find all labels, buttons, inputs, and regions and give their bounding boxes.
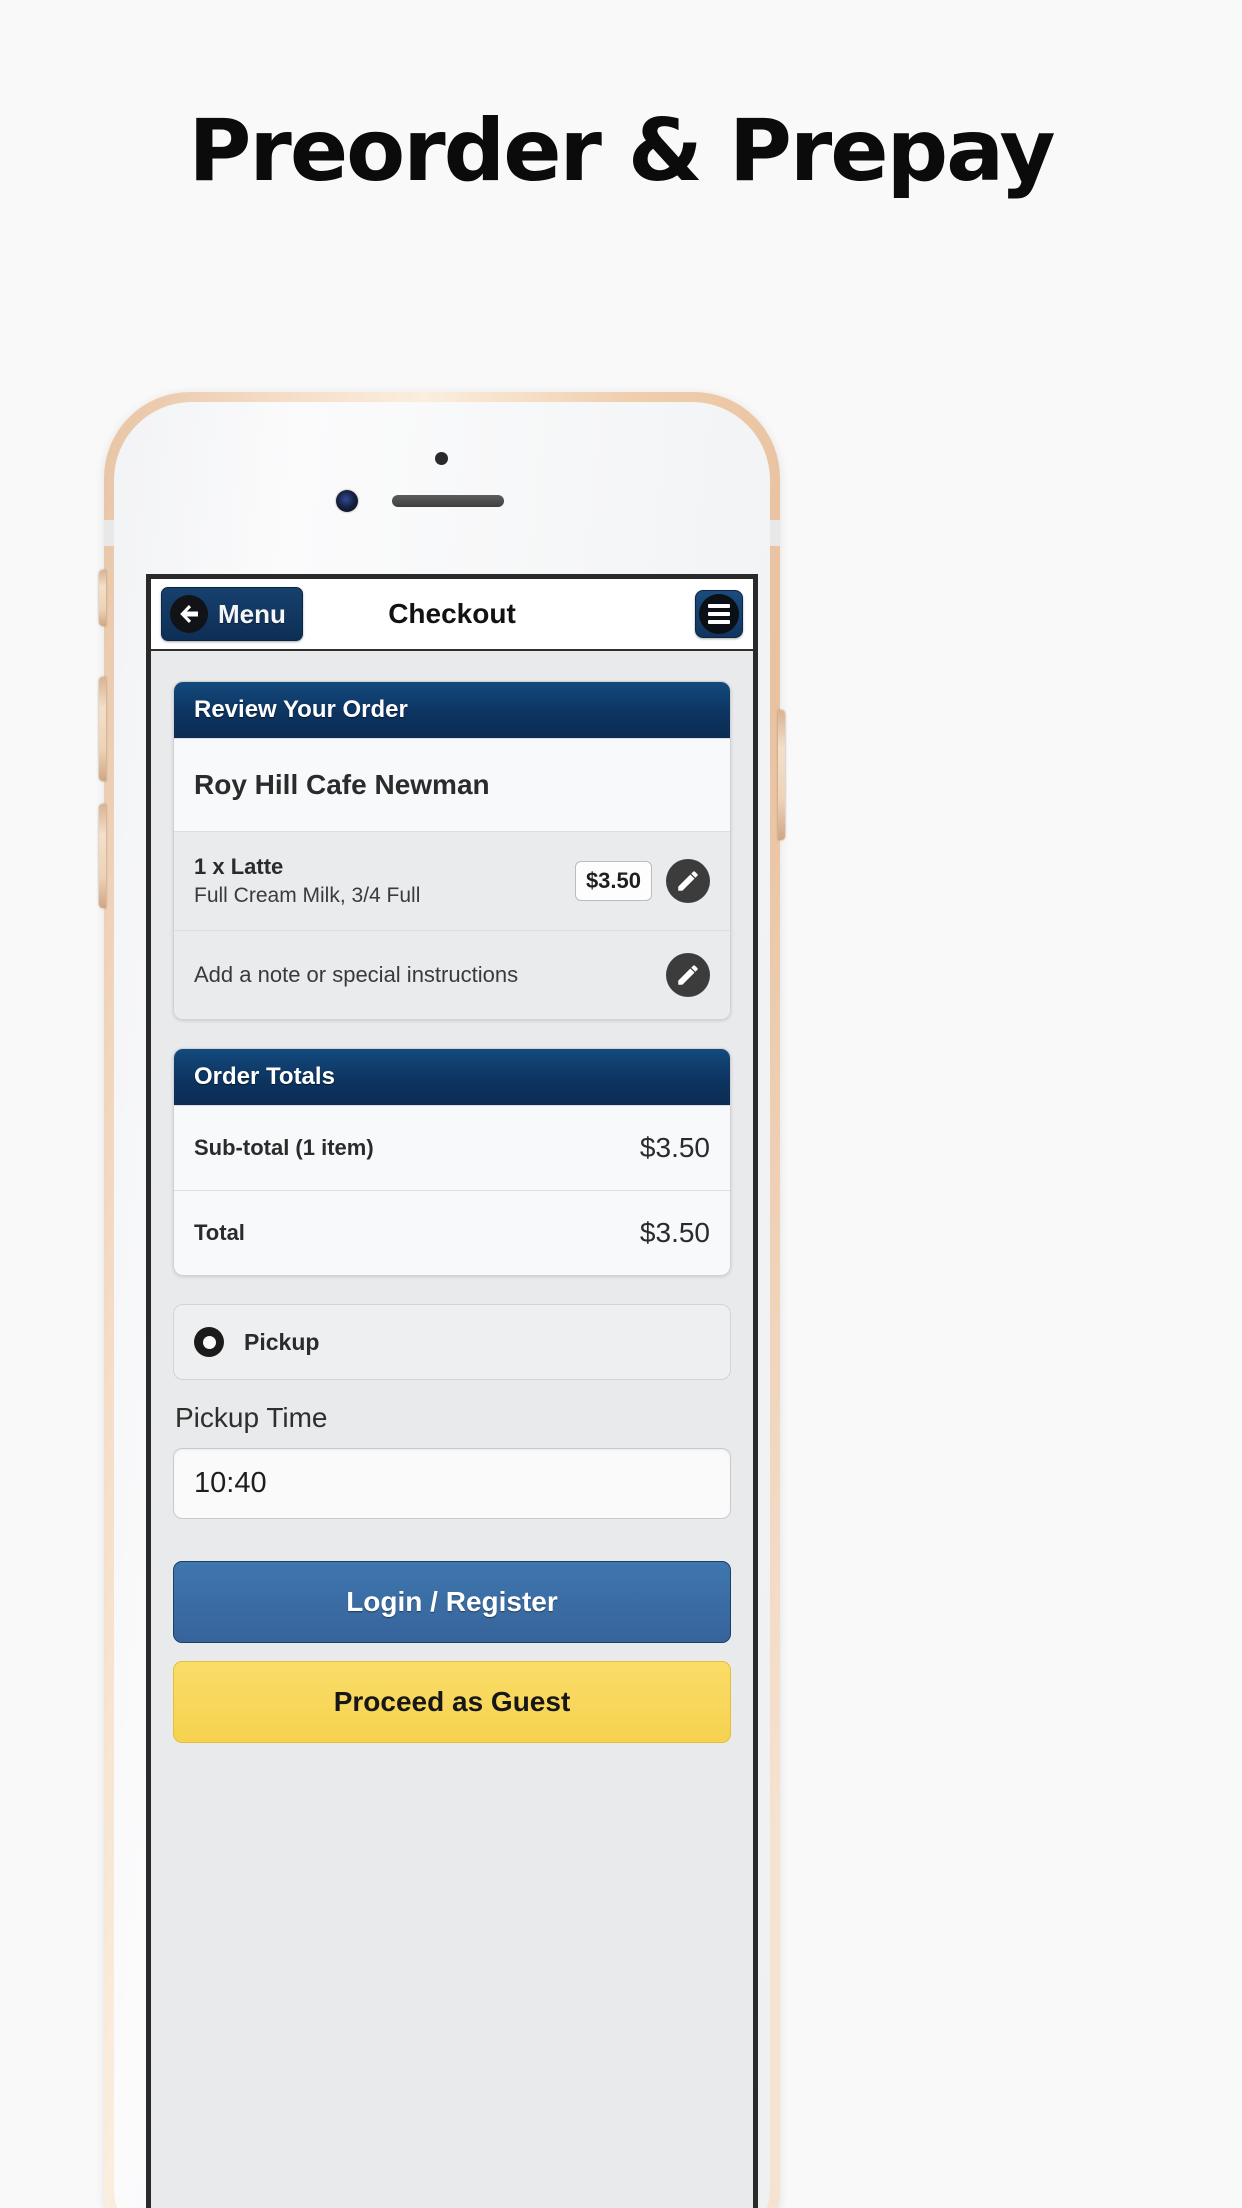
order-note-row[interactable]: Add a note or special instructions bbox=[174, 930, 730, 1019]
edit-note-button[interactable] bbox=[666, 953, 710, 997]
order-item-row[interactable]: 1 x Latte Full Cream Milk, 3/4 Full $3.5… bbox=[174, 831, 730, 930]
order-note-placeholder: Add a note or special instructions bbox=[194, 962, 519, 987]
menu-button-label: Menu bbox=[218, 598, 286, 629]
phone-mockup: Menu Checkout Review Your Order Roy Hill… bbox=[99, 392, 785, 2208]
hamburger-menu-icon bbox=[699, 594, 739, 634]
edit-item-button[interactable] bbox=[666, 859, 710, 903]
subtotal-value: $3.50 bbox=[639, 1132, 710, 1163]
phone-volume-down-button[interactable] bbox=[99, 804, 106, 908]
shop-name: Roy Hill Cafe Newman bbox=[194, 769, 490, 800]
order-item-price: $3.50 bbox=[574, 861, 652, 901]
phone-screen: Menu Checkout Review Your Order Roy Hill… bbox=[146, 574, 758, 2208]
earpiece-speaker-icon bbox=[392, 495, 504, 507]
arrow-left-icon bbox=[170, 595, 208, 633]
subtotal-label: Sub-total (1 item) bbox=[194, 1135, 374, 1160]
total-row: Total $3.50 bbox=[174, 1190, 730, 1275]
order-totals-card-header: Order Totals bbox=[174, 1049, 730, 1105]
pencil-edit-icon bbox=[678, 871, 698, 891]
review-order-card: Review Your Order Roy Hill Cafe Newman 1… bbox=[173, 681, 731, 1020]
pickup-time-input[interactable] bbox=[173, 1448, 731, 1519]
phone-outer-frame: Menu Checkout Review Your Order Roy Hill… bbox=[99, 392, 785, 2208]
page-title: Preorder & Prepay bbox=[188, 101, 1055, 201]
app-viewport: Menu Checkout Review Your Order Roy Hill… bbox=[151, 579, 753, 2208]
shop-name-row: Roy Hill Cafe Newman bbox=[174, 738, 730, 831]
total-label: Total bbox=[194, 1220, 245, 1245]
total-value: $3.50 bbox=[639, 1217, 710, 1248]
order-totals-card: Order Totals Sub-total (1 item) $3.50 To… bbox=[173, 1048, 731, 1276]
checkout-content: Review Your Order Roy Hill Cafe Newman 1… bbox=[151, 651, 753, 1743]
pencil-edit-icon bbox=[678, 965, 698, 985]
proceed-as-guest-button[interactable]: Proceed as Guest bbox=[173, 1661, 731, 1743]
order-item-name: 1 x Latte bbox=[194, 854, 284, 879]
phone-bezel: Menu Checkout Review Your Order Roy Hill… bbox=[114, 402, 770, 2208]
order-item-actions: $3.50 bbox=[574, 859, 710, 903]
app-header: Menu Checkout bbox=[151, 579, 753, 651]
pickup-time-label: Pickup Time bbox=[175, 1402, 328, 1433]
order-item-details: 1 x Latte Full Cream Milk, 3/4 Full bbox=[194, 854, 420, 908]
pickup-option-label: Pickup bbox=[244, 1328, 320, 1355]
hamburger-menu-button[interactable] bbox=[695, 590, 743, 638]
radio-selected-icon[interactable] bbox=[194, 1327, 224, 1357]
subtotal-row: Sub-total (1 item) $3.50 bbox=[174, 1105, 730, 1190]
phone-mute-switch[interactable] bbox=[99, 570, 106, 626]
menu-back-button[interactable]: Menu bbox=[161, 587, 303, 641]
order-item-options: Full Cream Milk, 3/4 Full bbox=[194, 884, 421, 907]
fulfilment-pickup-option[interactable]: Pickup bbox=[173, 1304, 731, 1380]
proximity-sensor-icon bbox=[435, 452, 448, 465]
phone-volume-up-button[interactable] bbox=[99, 677, 106, 781]
login-register-button[interactable]: Login / Register bbox=[173, 1561, 731, 1643]
review-order-card-header: Review Your Order bbox=[174, 682, 730, 738]
front-camera-icon bbox=[336, 490, 358, 512]
phone-power-button[interactable] bbox=[778, 710, 785, 840]
